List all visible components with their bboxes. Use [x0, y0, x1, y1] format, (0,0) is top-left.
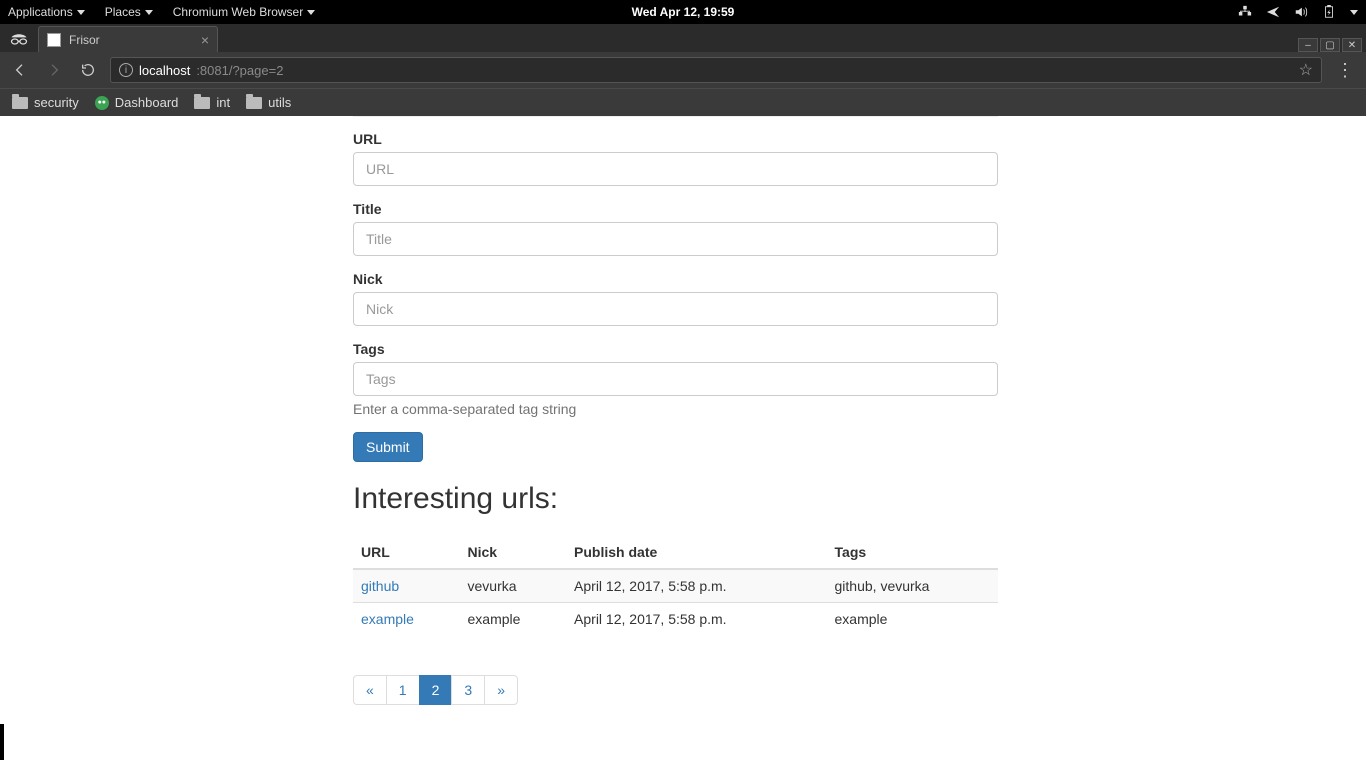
cell-tags: github, vevurka — [827, 569, 998, 603]
cell-nick: vevurka — [460, 569, 567, 603]
system-menu-icon[interactable] — [1350, 10, 1358, 15]
col-nick: Nick — [460, 536, 567, 569]
url-link[interactable]: github — [361, 578, 399, 594]
address-bar[interactable]: i localhost :8081/?page=2 ☆ — [110, 57, 1322, 83]
page-2[interactable]: 2 — [419, 675, 453, 705]
folder-icon — [194, 97, 210, 109]
table-header-row: URL Nick Publish date Tags — [353, 536, 998, 569]
bookmark-dashboard[interactable]: ●● Dashboard — [95, 95, 179, 110]
tags-help-text: Enter a comma-separated tag string — [353, 401, 998, 417]
volume-icon[interactable] — [1294, 5, 1308, 19]
bookmark-security[interactable]: security — [12, 95, 79, 110]
nick-input[interactable] — [353, 292, 998, 326]
window-menu[interactable]: Chromium Web Browser — [173, 5, 315, 19]
nick-label: Nick — [353, 271, 998, 287]
browser-toolbar: i localhost :8081/?page=2 ☆ ⋮ — [0, 52, 1366, 88]
url-link[interactable]: example — [361, 611, 414, 627]
site-info-icon[interactable]: i — [119, 63, 133, 77]
page-1[interactable]: 1 — [386, 675, 420, 705]
page-3[interactable]: 3 — [451, 675, 485, 705]
forward-button[interactable] — [42, 58, 66, 82]
col-tags: Tags — [827, 536, 998, 569]
page-icon — [47, 33, 61, 47]
table-row: example example April 12, 2017, 5:58 p.m… — [353, 603, 998, 636]
col-url: URL — [353, 536, 460, 569]
bookmarks-bar: security ●● Dashboard int utils — [0, 88, 1366, 116]
cell-date: April 12, 2017, 5:58 p.m. — [566, 569, 826, 603]
pagination: « 1 2 3 » — [353, 675, 518, 705]
applications-label: Applications — [8, 5, 73, 19]
window-close-button[interactable]: ✕ — [1342, 38, 1362, 52]
tags-input[interactable] — [353, 362, 998, 396]
divider — [353, 116, 998, 117]
bookmark-utils[interactable]: utils — [246, 95, 291, 110]
title-input[interactable] — [353, 222, 998, 256]
tab-title: Frisor — [69, 33, 100, 47]
window-maximize-button[interactable]: ▢ — [1320, 38, 1340, 52]
chevron-down-icon — [145, 10, 153, 15]
tab-strip: Frisor × – ▢ ✕ — [0, 24, 1366, 52]
urls-table: URL Nick Publish date Tags github vevurk… — [353, 536, 998, 635]
bookmark-label: utils — [268, 95, 291, 110]
browser-chrome: Frisor × – ▢ ✕ i localhost :8081/?page=2 … — [0, 24, 1366, 116]
table-row: github vevurka April 12, 2017, 5:58 p.m.… — [353, 569, 998, 603]
chevron-down-icon — [77, 10, 85, 15]
reload-button[interactable] — [76, 58, 100, 82]
submit-button[interactable]: Submit — [353, 432, 423, 462]
battery-icon[interactable] — [1322, 5, 1336, 19]
section-heading: Interesting urls: — [353, 482, 998, 516]
browser-tab[interactable]: Frisor × — [38, 26, 218, 52]
page-prev[interactable]: « — [353, 675, 387, 705]
bookmark-star-icon[interactable]: ☆ — [1299, 60, 1313, 80]
places-menu[interactable]: Places — [105, 5, 153, 19]
col-date: Publish date — [566, 536, 826, 569]
url-host: localhost — [139, 63, 190, 78]
tags-label: Tags — [353, 341, 998, 357]
cell-nick: example — [460, 603, 567, 636]
url-input[interactable] — [353, 152, 998, 186]
back-button[interactable] — [8, 58, 32, 82]
incognito-icon — [0, 26, 38, 52]
network-icon[interactable] — [1238, 5, 1252, 19]
decoration — [0, 724, 4, 760]
bookmark-label: int — [216, 95, 230, 110]
window-menu-label: Chromium Web Browser — [173, 5, 303, 19]
bookmark-label: Dashboard — [115, 95, 179, 110]
dashboard-icon: ●● — [95, 96, 109, 110]
applications-menu[interactable]: Applications — [8, 5, 85, 19]
title-label: Title — [353, 201, 998, 217]
clock: Wed Apr 12, 19:59 — [632, 5, 735, 19]
url-path: :8081/?page=2 — [196, 63, 283, 78]
cell-tags: example — [827, 603, 998, 636]
chevron-down-icon — [307, 10, 315, 15]
bookmark-int[interactable]: int — [194, 95, 230, 110]
folder-icon — [246, 97, 262, 109]
page-next[interactable]: » — [484, 675, 518, 705]
bookmark-label: security — [34, 95, 79, 110]
places-label: Places — [105, 5, 141, 19]
browser-menu-button[interactable]: ⋮ — [1332, 60, 1358, 81]
folder-icon — [12, 97, 28, 109]
url-label: URL — [353, 131, 998, 147]
airplane-icon[interactable] — [1266, 5, 1280, 19]
window-minimize-button[interactable]: – — [1298, 38, 1318, 52]
page-viewport[interactable]: URL Title Nick Tags Enter a comma-separa… — [0, 116, 1366, 768]
close-tab-icon[interactable]: × — [201, 32, 209, 48]
desktop-top-bar: Applications Places Chromium Web Browser… — [0, 0, 1366, 24]
cell-date: April 12, 2017, 5:58 p.m. — [566, 603, 826, 636]
